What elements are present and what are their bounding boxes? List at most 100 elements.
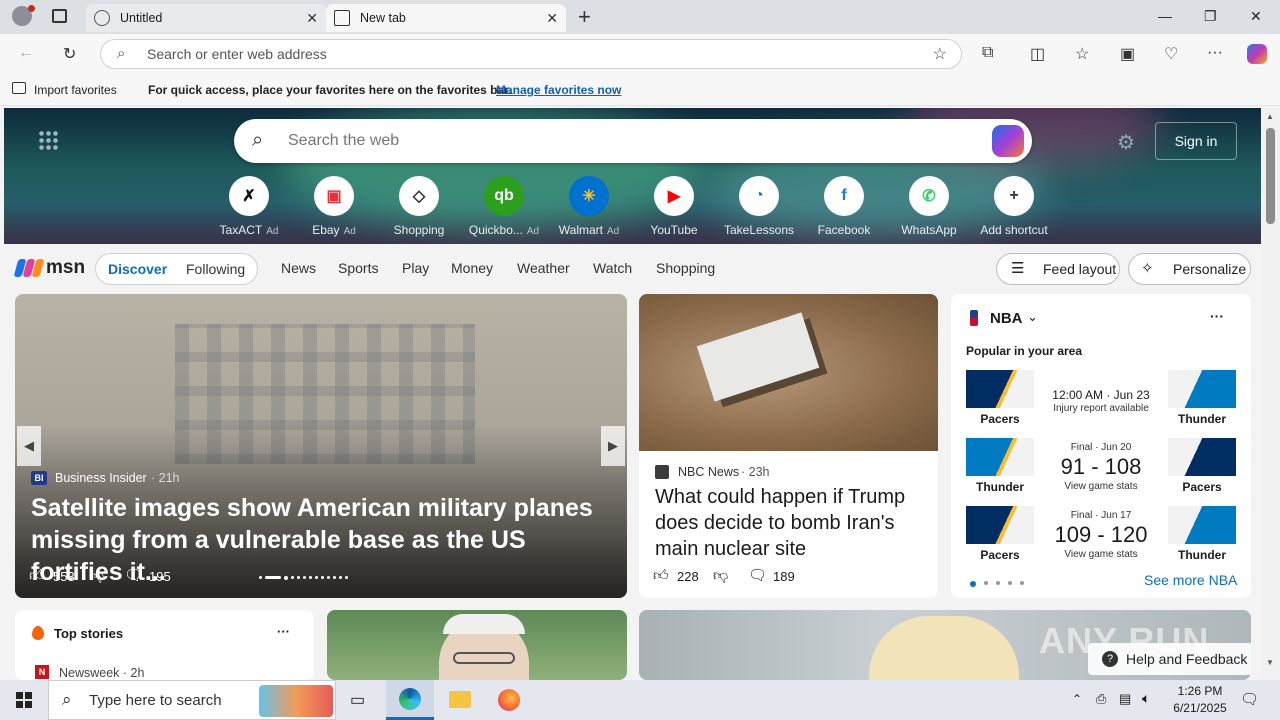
personalize-button[interactable]: ✧ Personalize	[1128, 253, 1251, 285]
chevron-down-icon[interactable]: ⌄	[1027, 309, 1038, 325]
game-note[interactable]: View game stats	[1036, 549, 1166, 560]
see-more-nba-link[interactable]: See more NBA	[1144, 572, 1237, 588]
msn-logo[interactable]: msn	[46, 257, 85, 279]
tab-actions-icon[interactable]	[52, 9, 67, 23]
browser-essentials-icon[interactable]: ♡	[1164, 44, 1178, 64]
carousel-prev-icon[interactable]: ◀	[17, 426, 41, 466]
back-icon[interactable]: ←	[18, 44, 34, 62]
nav-money[interactable]: Money	[451, 260, 493, 276]
story-time: 2h	[130, 666, 145, 680]
notifications-icon[interactable]: 🗨︎	[1240, 690, 1259, 708]
chevron-up-icon[interactable]: ⌃	[1072, 692, 1082, 706]
taskbar-search-box[interactable]: ⌕ Type here to search	[48, 680, 336, 720]
story-headline[interactable]: Satellite images show American military …	[31, 492, 615, 588]
like-icon[interactable]: 👍︎	[29, 567, 45, 585]
web-search-box[interactable]: ⌕ Search the web	[234, 119, 1032, 163]
network-icon[interactable]: ▤	[1119, 691, 1131, 707]
top-stories-title: Top stories	[54, 626, 124, 641]
volume-icon[interactable]: 🔈︎	[1142, 690, 1150, 707]
like-icon[interactable]: 👍︎	[653, 567, 669, 585]
shortcut-4[interactable]: ✳ Walmart Ad	[548, 176, 630, 237]
extensions-icon[interactable]: ⧉	[982, 44, 993, 62]
copilot-icon[interactable]	[1247, 44, 1267, 64]
manage-favorites-link[interactable]: Manage favorites now	[496, 83, 621, 97]
comment-icon[interactable]: 🗨︎	[124, 566, 143, 584]
device-icon[interactable]: ⎙	[1096, 691, 1106, 707]
restore-icon[interactable]: ❐	[1204, 8, 1217, 25]
favorites-icon[interactable]: ☆	[1075, 44, 1089, 64]
dislike-icon[interactable]: 👎︎	[89, 567, 104, 585]
start-icon[interactable]	[16, 692, 32, 708]
tab-following[interactable]: Following	[186, 261, 245, 277]
shortcut-2[interactable]: ◇ Shopping	[378, 176, 460, 237]
shortcut-7[interactable]: f Facebook	[803, 176, 885, 237]
nav-news[interactable]: News	[281, 260, 316, 276]
tab-new-tab[interactable]: New tab ✕	[326, 4, 566, 32]
apps-grid-icon[interactable]	[38, 130, 58, 150]
story-headline[interactable]: What could happen if Trump does decide t…	[655, 484, 925, 562]
tab-discover[interactable]: Discover	[108, 261, 167, 277]
shortcut-0[interactable]: ✗ TaxACT Ad	[208, 176, 290, 237]
game-note[interactable]: View game stats	[1036, 481, 1166, 492]
minimize-icon[interactable]: —	[1158, 8, 1172, 24]
comment-icon[interactable]: 🗨︎	[748, 566, 767, 584]
story-card[interactable]	[327, 610, 627, 680]
taskbar-search-placeholder: Type here to search	[89, 691, 222, 709]
tab-untitled[interactable]: Untitled ✕	[86, 4, 326, 32]
close-tab-icon[interactable]: ✕	[546, 10, 558, 27]
carousel-next-icon[interactable]: ▶	[601, 426, 625, 466]
collections-icon[interactable]: ▣	[1120, 44, 1135, 64]
nav-watch[interactable]: Watch	[593, 260, 632, 276]
firefox-icon[interactable]	[498, 689, 520, 711]
edge-taskbar-button[interactable]	[386, 680, 434, 720]
close-tab-icon[interactable]: ✕	[306, 10, 318, 27]
feed-layout-button[interactable]: ☰ Feed layout	[996, 253, 1120, 285]
task-view-icon[interactable]: ▭	[350, 690, 365, 710]
nav-shopping[interactable]: Shopping	[656, 260, 715, 276]
dislike-icon[interactable]: 👎︎	[713, 567, 728, 585]
more-options-icon[interactable]: ···	[277, 624, 290, 639]
story-card[interactable]: ANY RUN ? Help and Feedback	[639, 610, 1251, 680]
scroll-down-icon[interactable]: ▼	[1266, 658, 1274, 667]
nba-title[interactable]: NBA	[990, 310, 1023, 327]
shortcut-3[interactable]: qb Quickbo... Ad	[463, 176, 545, 237]
featured-story-card[interactable]: ◀ ▶ BI Business Insider · 21h Satellite …	[15, 294, 627, 598]
page-scrollbar[interactable]: ▲ ▼	[1262, 108, 1280, 676]
game-row[interactable]: Pacers Thunder 12:00 AM · Jun 23 Injury rep…	[966, 370, 1236, 428]
scroll-up-icon[interactable]: ▲	[1266, 112, 1274, 121]
nav-weather[interactable]: Weather	[517, 260, 570, 276]
game-note[interactable]: Injury report available	[1036, 403, 1166, 414]
shortcut-8[interactable]: ✆ WhatsApp	[888, 176, 970, 237]
nav-sports[interactable]: Sports	[338, 260, 378, 276]
story-card[interactable]: NBC News · 23h What could happen if Trum…	[639, 294, 938, 598]
game-score: 109 - 120	[1054, 522, 1148, 547]
nav-play[interactable]: Play	[402, 260, 429, 276]
shortcut-9[interactable]: + Add shortcut	[973, 176, 1055, 237]
address-bar[interactable]: ⌕ Search or enter web address ☆	[100, 39, 962, 69]
new-tab-button[interactable]: +	[578, 4, 591, 30]
nbc-news-icon	[655, 465, 669, 479]
shortcut-label: Ebay	[312, 223, 340, 237]
import-favorites-button[interactable]: Import favorites	[34, 83, 117, 97]
clock-time[interactable]: 1:26 PM	[1174, 684, 1226, 698]
favorite-star-icon[interactable]: ☆	[933, 44, 947, 64]
game-row[interactable]: Pacers Thunder Final · Jun 17 109 - 120 View…	[966, 506, 1236, 564]
personalize-label: Personalize	[1173, 261, 1247, 277]
shortcut-5[interactable]: ▶ YouTube	[633, 176, 715, 237]
refresh-icon[interactable]: ↻	[63, 44, 76, 64]
shortcut-6[interactable]: ◔ TakeLessons	[718, 176, 800, 237]
shortcut-1[interactable]: ▣ Ebay Ad	[293, 176, 375, 237]
more-options-icon[interactable]: ···	[1210, 308, 1224, 324]
file-explorer-icon[interactable]	[449, 691, 471, 708]
help-feedback-button[interactable]: ? Help and Feedback	[1088, 643, 1251, 675]
sign-in-button[interactable]: Sign in	[1155, 122, 1237, 160]
split-screen-icon[interactable]: ◫	[1030, 44, 1045, 64]
game-row[interactable]: Thunder Pacers Final · Jun 20 91 - 108 View …	[966, 438, 1236, 496]
copilot-search-icon[interactable]	[992, 125, 1024, 157]
settings-gear-icon[interactable]: ⚙	[1117, 130, 1135, 155]
close-window-icon[interactable]: ✕	[1250, 8, 1262, 25]
scrollbar-thumb[interactable]	[1266, 128, 1275, 224]
clock-date[interactable]: 6/21/2025	[1168, 701, 1232, 715]
settings-more-icon[interactable]: ···	[1207, 44, 1223, 62]
shortcut-icon: +	[994, 176, 1034, 216]
